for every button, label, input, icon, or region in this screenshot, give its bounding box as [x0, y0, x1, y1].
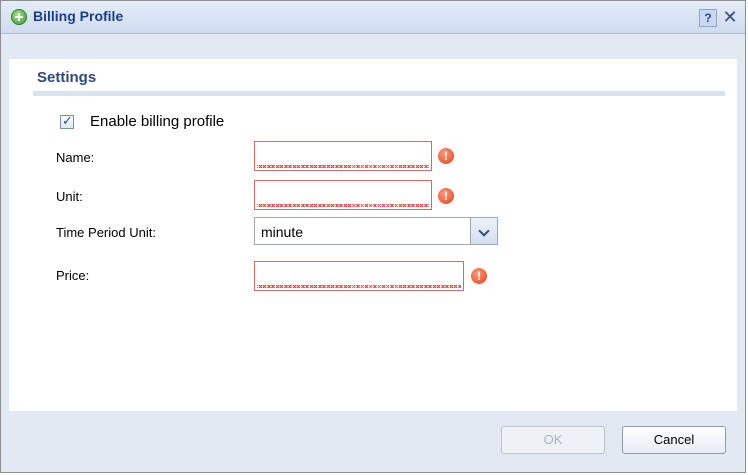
ok-button[interactable]: OK	[501, 426, 605, 454]
spellcheck-underline	[257, 204, 429, 207]
time-period-unit-select[interactable]: minute	[254, 217, 498, 245]
cancel-button[interactable]: Cancel	[622, 426, 726, 454]
enable-billing-profile-checkbox[interactable]: ✓	[60, 113, 74, 129]
time-period-unit-label: Time Period Unit:	[56, 225, 156, 240]
dialog-title: Billing Profile	[33, 8, 124, 24]
spellcheck-underline	[257, 165, 429, 168]
time-period-unit-value: minute	[261, 224, 304, 240]
price-error-icon: !	[471, 268, 487, 284]
checkmark-icon: ✓	[62, 113, 73, 128]
section-divider	[33, 91, 725, 96]
close-button[interactable]: ✕	[721, 8, 739, 27]
name-input-wrap	[254, 141, 432, 171]
spellcheck-underline	[257, 285, 461, 288]
unit-error-icon: !	[438, 188, 454, 204]
dialog-content: Settings ✓ Enable billing profile Name: …	[9, 59, 737, 411]
section-title: Settings	[37, 69, 97, 86]
unit-input-wrap	[254, 180, 432, 210]
name-error-icon: !	[438, 148, 454, 164]
chevron-down-icon[interactable]	[470, 218, 497, 244]
unit-label: Unit:	[56, 189, 83, 204]
price-input-wrap	[254, 261, 464, 291]
add-icon	[11, 9, 27, 25]
dialog-titlebar: Billing Profile ? ✕	[1, 1, 745, 34]
billing-profile-dialog: Billing Profile ? ✕ Settings ✓ Enable bi…	[0, 0, 746, 473]
help-button[interactable]: ?	[699, 9, 717, 27]
enable-billing-profile-label: Enable billing profile	[90, 113, 225, 130]
price-label: Price:	[56, 268, 90, 283]
name-label: Name:	[56, 150, 95, 165]
